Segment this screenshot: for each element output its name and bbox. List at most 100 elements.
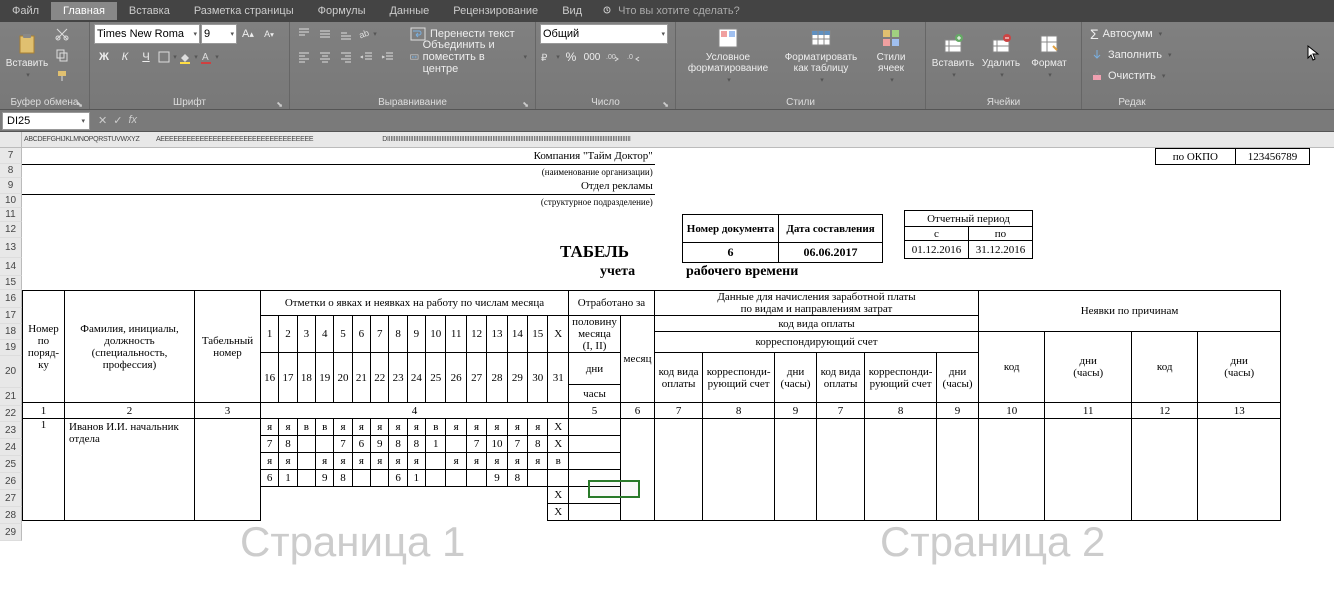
hdr-corr2: корреспонди-рующий счет	[865, 353, 937, 403]
bold-button[interactable]: Ж	[94, 47, 114, 67]
tell-me-box[interactable]: Что вы хотите сделать?	[594, 5, 748, 17]
colnum-7a: 7	[655, 403, 703, 419]
row-header-13[interactable]: 13	[0, 238, 22, 258]
colnum-1: 1	[23, 403, 65, 419]
merge-center-button[interactable]: Объединить и поместить в центре▾	[406, 47, 531, 67]
accounting-format-button[interactable]: ₽▾	[540, 47, 560, 67]
align-left-button[interactable]	[294, 47, 314, 67]
decrease-indent-button[interactable]	[357, 47, 377, 67]
hdr-dh1: дни(часы)	[775, 353, 817, 403]
row-header-10[interactable]: 10	[0, 194, 22, 208]
select-all-corner[interactable]	[0, 132, 22, 147]
colnum-5: 5	[569, 403, 621, 419]
cut-button[interactable]	[52, 24, 72, 44]
row-header-23[interactable]: 23	[0, 422, 22, 439]
row-header-19[interactable]: 19	[0, 340, 22, 356]
align-middle-button[interactable]	[315, 24, 335, 44]
tab-data[interactable]: Данные	[377, 2, 441, 20]
font-size-combo[interactable]: 9▾	[201, 24, 237, 44]
company-sub: (наименование организации)	[22, 165, 655, 179]
row-header-7[interactable]: 7	[0, 148, 22, 164]
row-header-22[interactable]: 22	[0, 406, 22, 422]
align-center-button[interactable]	[315, 47, 335, 67]
alignment-launcher[interactable]: ⬊	[522, 100, 529, 109]
colnum-11: 11	[1045, 403, 1132, 419]
italic-button[interactable]: К	[115, 47, 135, 67]
row-header-18[interactable]: 18	[0, 324, 22, 340]
colnum-8a: 8	[703, 403, 775, 419]
row-header-12[interactable]: 12	[0, 222, 22, 238]
increase-indent-button[interactable]	[378, 47, 398, 67]
align-bottom-button[interactable]	[336, 24, 356, 44]
period-to-label: по	[969, 227, 1033, 241]
cancel-formula-icon[interactable]: ✕	[98, 114, 107, 127]
paste-button[interactable]: Вставить ▾	[4, 24, 50, 86]
formula-input[interactable]	[143, 112, 1334, 130]
format-as-table-button[interactable]: Форматировать как таблицу▾	[778, 24, 864, 86]
cell-styles-button[interactable]: Стили ячеек▾	[866, 24, 916, 86]
decrease-font-button[interactable]: A▾	[259, 24, 279, 44]
emp-num: 1	[23, 419, 65, 521]
tab-page-layout[interactable]: Разметка страницы	[182, 2, 306, 20]
copy-button[interactable]	[52, 45, 72, 65]
increase-font-button[interactable]: A▴	[238, 24, 258, 44]
number-launcher[interactable]: ⬊	[662, 100, 669, 109]
styles-group-label: Стили	[680, 96, 921, 109]
row-header-15[interactable]: 15	[0, 276, 22, 290]
active-cell[interactable]	[588, 480, 640, 498]
row-header-20[interactable]: 20	[0, 356, 22, 388]
tab-insert[interactable]: Вставка	[117, 2, 182, 20]
hdr-payroll: Данные для начисления заработной платыпо…	[655, 291, 979, 316]
font-launcher[interactable]: ⬊	[276, 100, 283, 109]
format-cells-button[interactable]: Формат▾	[1026, 24, 1072, 86]
column-headers[interactable]: ABCDEFGHIJKLMNOPQRSTUVWXYZ AEEEEEEEEEEEE…	[22, 132, 1334, 147]
align-top-button[interactable]	[294, 24, 314, 44]
row-header-14[interactable]: 14	[0, 258, 22, 276]
fill-color-button[interactable]: ▾	[178, 47, 198, 67]
font-color-button[interactable]: A▾	[199, 47, 219, 67]
row-header-9[interactable]: 9	[0, 178, 22, 194]
fill-button[interactable]: Заполнить▾	[1086, 45, 1176, 65]
hdr-fio: Фамилия, инициалы, должность (специально…	[65, 291, 195, 403]
row-header-8[interactable]: 8	[0, 164, 22, 178]
insert-cells-button[interactable]: Вставить▾	[930, 24, 976, 86]
row-header-27[interactable]: 27	[0, 490, 22, 507]
row-header-16[interactable]: 16	[0, 290, 22, 308]
decrease-decimal-button[interactable]: .0	[624, 47, 644, 67]
hdr-paycode1: код видаоплаты	[655, 353, 703, 403]
name-box[interactable]: DI25▾	[2, 112, 90, 130]
row-header-26[interactable]: 26	[0, 473, 22, 490]
underline-button[interactable]: Ч	[136, 47, 156, 67]
hdr-worked: Отработано за	[569, 291, 655, 316]
clear-button[interactable]: Очистить▾	[1086, 66, 1169, 86]
align-right-button[interactable]	[336, 47, 356, 67]
orientation-button[interactable]: ab▾	[357, 24, 377, 44]
delete-cells-button[interactable]: Удалить▾	[978, 24, 1024, 86]
enter-formula-icon[interactable]: ✓	[113, 114, 122, 127]
conditional-formatting-button[interactable]: Условное форматирование▾	[680, 24, 776, 86]
font-name-combo[interactable]: Times New Roma▾	[94, 24, 200, 44]
tab-file[interactable]: Файл	[0, 2, 51, 20]
hdr-days: дни	[569, 353, 621, 385]
row-header-29[interactable]: 29	[0, 524, 22, 541]
tab-home[interactable]: Главная	[51, 2, 117, 20]
row-header-25[interactable]: 25	[0, 456, 22, 473]
fx-icon[interactable]: fx	[128, 114, 137, 127]
comma-button[interactable]: 000	[582, 47, 602, 67]
border-button[interactable]: ▾	[157, 47, 177, 67]
format-painter-button[interactable]	[52, 66, 72, 86]
row-header-24[interactable]: 24	[0, 439, 22, 456]
colnum-7b: 7	[816, 403, 864, 419]
row-header-17[interactable]: 17	[0, 308, 22, 324]
tab-review[interactable]: Рецензирование	[441, 2, 550, 20]
number-format-combo[interactable]: Общий▾	[540, 24, 668, 44]
row-header-21[interactable]: 21	[0, 388, 22, 406]
row-header-28[interactable]: 28	[0, 507, 22, 524]
percent-button[interactable]: %	[561, 47, 581, 67]
row-header-11[interactable]: 11	[0, 208, 22, 222]
increase-decimal-button[interactable]: .00	[603, 47, 623, 67]
tab-formulas[interactable]: Формулы	[306, 2, 378, 20]
autosum-button[interactable]: ΣАвтосумм▾	[1086, 24, 1166, 44]
tab-view[interactable]: Вид	[550, 2, 594, 20]
clipboard-launcher[interactable]: ⬊	[76, 100, 83, 109]
